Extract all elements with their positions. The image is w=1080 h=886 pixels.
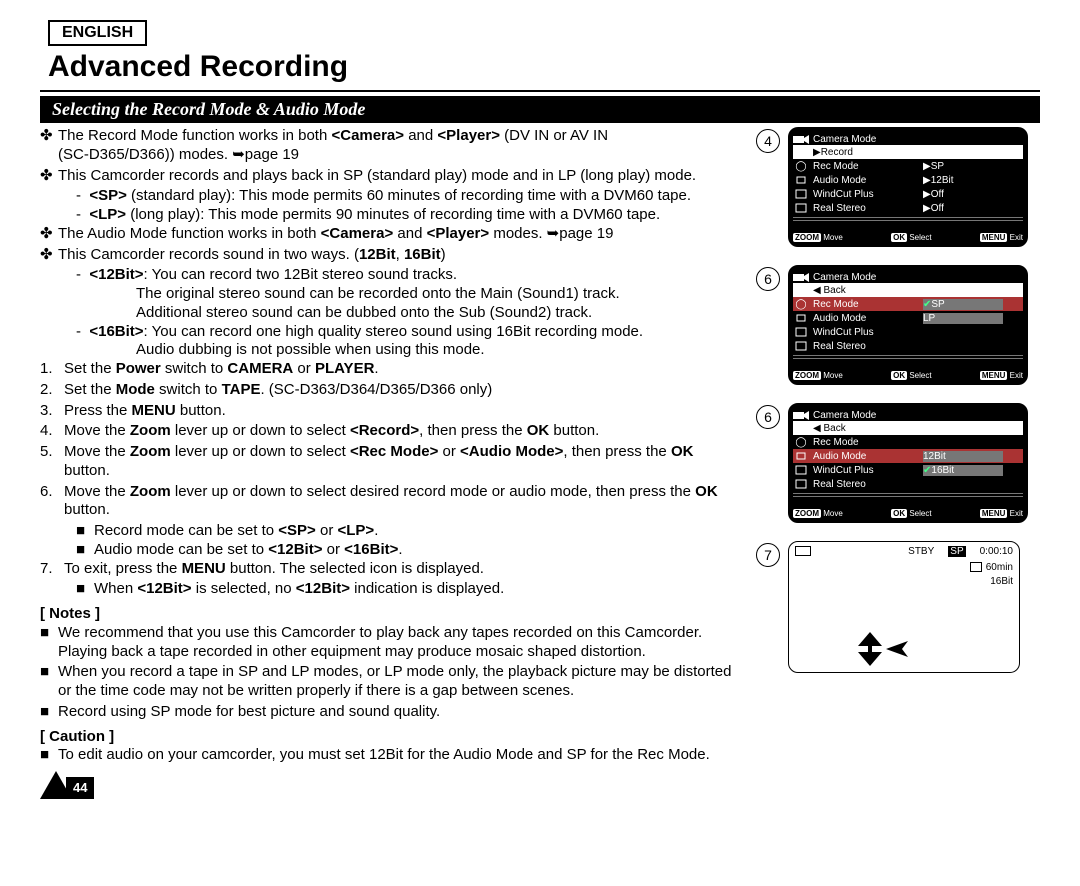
tape-icon xyxy=(970,562,982,572)
lcd-screen-record-menu: Camera Mode ▶Record ◯Rec Mode▶SP Audio M… xyxy=(788,127,1028,247)
section-subtitle: Selecting the Record Mode & Audio Mode xyxy=(40,96,1040,123)
main-text-column: ✤ The Record Mode function works in both… xyxy=(40,127,738,803)
step-circle-7: 7 xyxy=(756,543,780,567)
screenshots-column: 4 Camera Mode ▶Record ◯Rec Mode▶SP Audio… xyxy=(756,127,1036,803)
step-circle-6a: 6 xyxy=(756,267,780,291)
page-number-badge: 44 xyxy=(40,771,738,803)
step-circle-4: 4 xyxy=(756,129,780,153)
page-title: Advanced Recording xyxy=(48,50,1040,84)
lcd-screen-standby: STBY SP 0:00:10 60min 16Bit xyxy=(788,541,1020,673)
step-circle-6b: 6 xyxy=(756,405,780,429)
lcd-screen-audiomode-select: Camera Mode ◀ Back ◯Rec Mode Audio Mode1… xyxy=(788,403,1028,523)
battery-icon xyxy=(795,546,811,556)
lcd-screen-recmode-select: Camera Mode ◀ Back ◯Rec Mode✔SP Audio Mo… xyxy=(788,265,1028,385)
language-tag: ENGLISH xyxy=(48,20,147,46)
caution-heading: [ Caution ] xyxy=(40,728,738,747)
notes-heading: [ Notes ] xyxy=(40,605,738,624)
direction-indicator-icon xyxy=(858,632,908,666)
